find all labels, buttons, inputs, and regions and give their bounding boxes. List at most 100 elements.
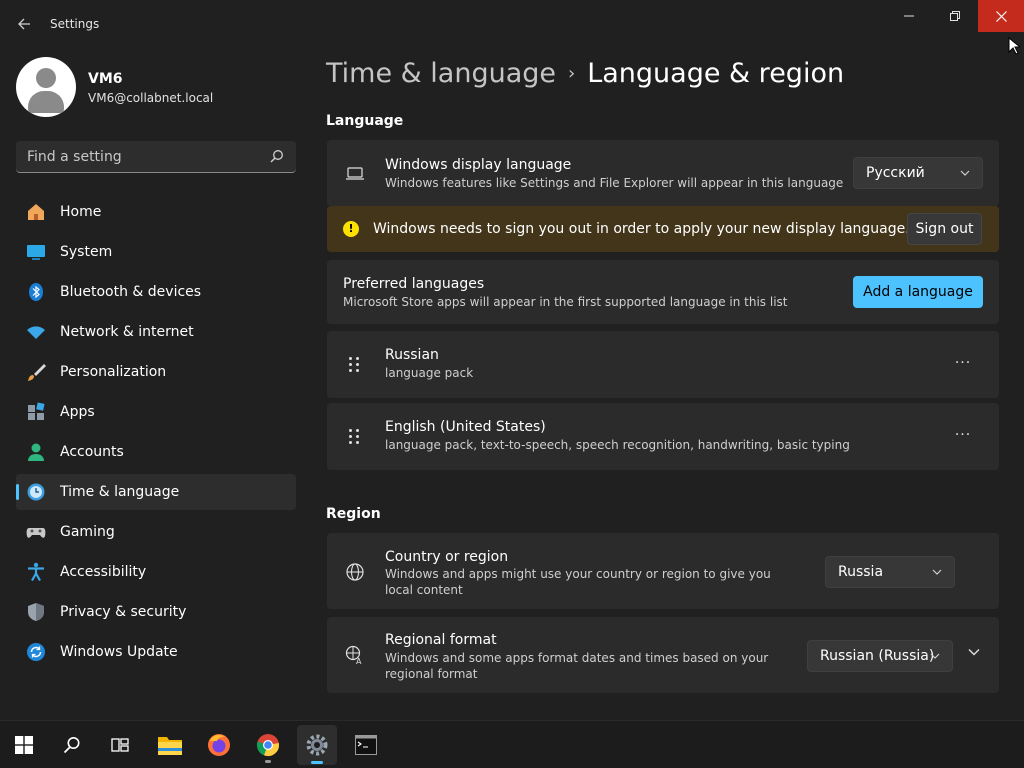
drag-handle-icon[interactable]: [347, 428, 361, 446]
sidebar-item-privacy[interactable]: Privacy & security: [16, 594, 296, 630]
user-email: VM6@collabnet.local: [88, 91, 214, 105]
sidebar-item-accounts[interactable]: Accounts: [16, 434, 296, 470]
language-name: Russian: [385, 347, 439, 363]
sidebar-item-label: Bluetooth & devices: [60, 284, 202, 300]
chevron-down-icon: [930, 653, 940, 659]
bluetooth-icon: [29, 283, 43, 301]
section-title-language: Language: [326, 113, 404, 129]
preferred-languages-title: Preferred languages: [343, 276, 485, 292]
sidebar-item-label: Windows Update: [60, 644, 178, 660]
country-region-card: Country or region Windows and apps might…: [327, 533, 999, 609]
search-placeholder: Find a setting: [27, 149, 122, 165]
sidebar-nav: Home System Bluetooth & devices Network …: [16, 194, 296, 674]
settings-app-button[interactable]: [297, 725, 337, 765]
display-language-dropdown[interactable]: Русский: [853, 157, 983, 189]
task-view-button[interactable]: [100, 725, 140, 765]
search-input[interactable]: Find a setting: [16, 141, 296, 173]
sidebar-item-windows-update[interactable]: Windows Update: [16, 634, 296, 670]
more-options-icon[interactable]: ···: [947, 355, 979, 375]
sidebar-item-time-language[interactable]: Time & language: [16, 474, 296, 510]
chrome-icon: [256, 734, 279, 757]
drag-handle-icon[interactable]: [347, 356, 361, 374]
sidebar-item-accessibility[interactable]: Accessibility: [16, 554, 296, 590]
sidebar-item-home[interactable]: Home: [16, 194, 296, 230]
globe-icon: [346, 563, 364, 581]
avatar: [16, 57, 76, 117]
chevron-down-icon: [932, 569, 942, 575]
apps-icon: [28, 402, 45, 420]
country-region-dropdown[interactable]: Russia: [825, 556, 955, 588]
sign-out-warning-banner: ! Windows needs to sign you out in order…: [327, 206, 999, 252]
gamepad-icon: [26, 528, 46, 538]
firefox-icon: [208, 734, 230, 756]
warning-icon: !: [343, 221, 359, 237]
accounts-icon: [28, 443, 44, 461]
sidebar-item-gaming[interactable]: Gaming: [16, 514, 296, 550]
more-options-icon[interactable]: ···: [947, 427, 979, 447]
display-language-title: Windows display language: [385, 157, 572, 173]
sidebar-item-label: Gaming: [60, 524, 115, 540]
language-name: English (United States): [385, 419, 546, 435]
language-row-english[interactable]: English (United States) language pack, t…: [327, 403, 999, 470]
terminal-button[interactable]: [346, 725, 386, 765]
sidebar-item-label: Personalization: [60, 364, 167, 380]
language-detail: language pack: [385, 366, 474, 380]
sidebar-item-label: Accounts: [60, 444, 124, 460]
preferred-languages-card: Preferred languages Microsoft Store apps…: [327, 260, 999, 324]
sidebar-item-label: Apps: [60, 404, 95, 420]
sidebar-item-bluetooth[interactable]: Bluetooth & devices: [16, 274, 296, 310]
sidebar-item-system[interactable]: System: [16, 234, 296, 270]
language-row-russian[interactable]: Russian language pack ···: [327, 331, 999, 398]
task-view-icon: [111, 738, 129, 752]
sidebar-item-network[interactable]: Network & internet: [16, 314, 296, 350]
search-icon: [63, 737, 80, 754]
title-bar: Settings: [0, 0, 1024, 48]
sign-out-button[interactable]: Sign out: [907, 213, 982, 245]
regional-format-dropdown[interactable]: Russian (Russia): [807, 640, 953, 672]
country-region-value: Russia: [838, 564, 884, 580]
windows-logo-icon: [15, 736, 33, 754]
breadcrumb-separator-icon: ›: [568, 63, 576, 84]
laptop-icon: [346, 167, 364, 180]
add-language-button[interactable]: Add a language: [853, 276, 983, 308]
sidebar-item-personalization[interactable]: Personalization: [16, 354, 296, 390]
shield-icon: [28, 603, 44, 621]
restore-button[interactable]: [932, 0, 978, 32]
country-region-subtitle: Windows and apps might use your country …: [385, 567, 771, 597]
expand-chevron-icon[interactable]: [963, 645, 985, 667]
breadcrumb: Time & language › Language & region: [326, 58, 844, 89]
terminal-icon: [355, 735, 377, 755]
regional-format-icon: A: [345, 645, 362, 665]
display-language-card: Windows display language Windows feature…: [327, 140, 999, 206]
taskbar-search-button[interactable]: [52, 725, 92, 765]
app-title: Settings: [50, 17, 100, 31]
update-icon: [27, 643, 45, 661]
regional-format-title: Regional format: [385, 632, 497, 648]
restore-icon: [950, 11, 960, 21]
minimize-button[interactable]: [886, 0, 932, 32]
page-title: Language & region: [587, 58, 845, 89]
close-button[interactable]: [978, 0, 1024, 32]
user-profile[interactable]: VM6 VM6@collabnet.local: [16, 57, 296, 117]
folder-icon: [158, 737, 182, 755]
brush-icon: [28, 364, 46, 381]
start-button[interactable]: [4, 725, 44, 765]
display-language-subtitle: Windows features like Settings and File …: [385, 176, 844, 190]
file-explorer-button[interactable]: [150, 725, 190, 765]
sidebar-item-label: System: [60, 244, 113, 260]
chrome-button[interactable]: [248, 725, 288, 765]
wifi-icon: [27, 326, 45, 339]
back-button[interactable]: [8, 8, 40, 40]
regional-format-value: Russian (Russia): [820, 648, 935, 664]
breadcrumb-parent[interactable]: Time & language: [326, 58, 556, 89]
display-language-value: Русский: [866, 165, 925, 181]
firefox-button[interactable]: [199, 725, 239, 765]
mouse-cursor-icon: [1008, 37, 1020, 55]
accessibility-icon: [28, 562, 44, 582]
gear-icon: [306, 734, 328, 756]
sidebar-item-apps[interactable]: Apps: [16, 394, 296, 430]
time-language-icon: [27, 483, 45, 501]
regional-format-subtitle: Windows and some apps format dates and t…: [385, 651, 769, 681]
system-icon: [27, 245, 45, 260]
regional-format-card[interactable]: A Regional format Windows and some apps …: [327, 617, 999, 693]
